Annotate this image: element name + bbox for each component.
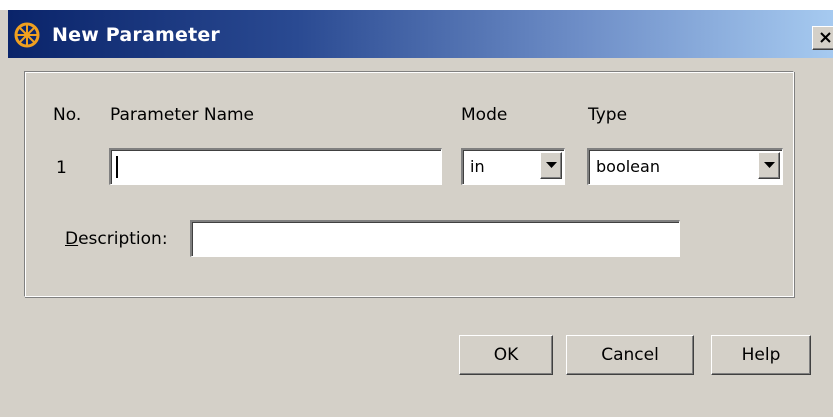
description-label-rest: escription: bbox=[78, 229, 168, 249]
close-button[interactable] bbox=[812, 26, 833, 50]
parameter-name-field[interactable] bbox=[109, 148, 442, 185]
chevron-down-icon bbox=[764, 162, 775, 168]
type-selected-value: boolean bbox=[596, 157, 660, 176]
title-bar[interactable]: New Parameter bbox=[8, 10, 833, 58]
mode-selected-value: in bbox=[470, 157, 485, 176]
new-parameter-dialog: New Parameter No. Parameter Name Mode Ty… bbox=[0, 0, 833, 417]
header-type: Type bbox=[588, 105, 628, 125]
header-parameter-name: Parameter Name bbox=[110, 105, 255, 125]
window-title: New Parameter bbox=[52, 24, 221, 46]
cancel-button[interactable]: Cancel bbox=[566, 335, 694, 375]
header-no: No. bbox=[53, 105, 82, 125]
help-button[interactable]: Help bbox=[711, 335, 811, 375]
chevron-down-icon bbox=[546, 162, 557, 168]
description-field[interactable] bbox=[190, 220, 680, 257]
description-label: Description: bbox=[65, 229, 168, 249]
close-icon bbox=[820, 32, 831, 43]
app-wheel-icon bbox=[14, 22, 40, 48]
type-select[interactable]: boolean bbox=[587, 148, 783, 185]
type-dropdown-button[interactable] bbox=[758, 152, 780, 179]
description-input[interactable] bbox=[192, 222, 679, 256]
window-top-edge bbox=[0, 0, 833, 10]
text-caret bbox=[116, 156, 118, 178]
header-mode: Mode bbox=[461, 105, 508, 125]
mode-dropdown-button[interactable] bbox=[540, 152, 562, 179]
parameter-name-input[interactable] bbox=[111, 150, 441, 184]
description-mnemonic: D bbox=[65, 229, 79, 249]
ok-button[interactable]: OK bbox=[459, 335, 553, 375]
mode-select[interactable]: in bbox=[461, 148, 565, 185]
row-number: 1 bbox=[56, 158, 67, 178]
